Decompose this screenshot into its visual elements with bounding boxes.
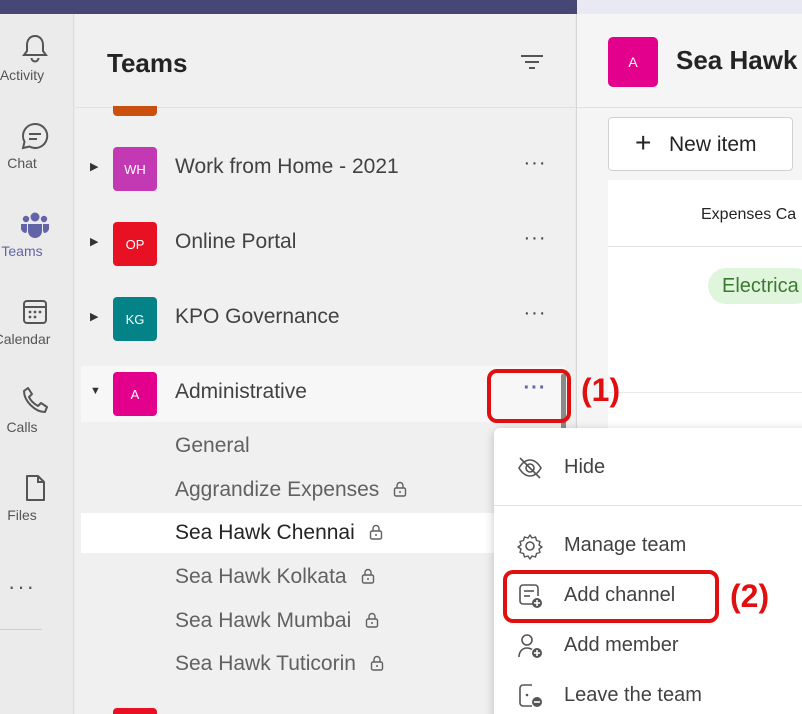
team-row-kpo-governance[interactable]: ▶ KG KPO Governance ··· — [81, 291, 565, 347]
annotation-label-step1: (1) — [581, 372, 621, 408]
menu-item-hide[interactable]: Hide — [494, 445, 802, 491]
app-rail: Activity Chat Teams Calendar Calls Files… — [0, 14, 74, 714]
more-options-button[interactable]: ··· — [517, 228, 553, 258]
team-name: KPO Governance — [175, 305, 340, 328]
channel-general[interactable]: General — [81, 426, 495, 466]
rail-divider — [0, 629, 42, 630]
rail-label-calendar: Calendar — [0, 331, 51, 347]
team-name: Administrative — [175, 380, 307, 403]
rail-label-chat: Chat — [7, 155, 37, 171]
channel-avatar: A — [608, 37, 658, 87]
teams-icon — [21, 212, 49, 238]
team-avatar: A — [113, 372, 157, 416]
rail-item-activity[interactable]: Activity — [0, 28, 70, 108]
team-avatar-partial — [113, 708, 157, 714]
channel-sea-hawk-kolkata[interactable]: Sea Hawk Kolkata — [81, 557, 495, 597]
lock-icon — [394, 481, 407, 497]
annotation-box-step1 — [487, 369, 571, 423]
lock-icon — [366, 612, 379, 628]
channel-name: General — [175, 434, 250, 457]
team-avatar: KG — [113, 297, 157, 341]
channel-name-wrap: Sea Hawk Mumbai — [175, 609, 379, 633]
rail-item-files[interactable]: Files — [0, 468, 70, 548]
rail-label-teams: Teams — [1, 243, 43, 259]
more-options-button[interactable]: ··· — [517, 303, 553, 333]
lock-icon — [369, 524, 382, 540]
rail-label-calls: Calls — [6, 419, 38, 435]
team-avatar: OP — [113, 222, 157, 266]
channel-name-wrap: Sea Hawk Chennai — [175, 521, 383, 545]
column-header[interactable]: Expenses Ca — [701, 206, 796, 224]
more-options-button[interactable]: ··· — [517, 153, 553, 183]
bell-icon — [22, 34, 48, 63]
chat-icon — [21, 122, 49, 150]
rail-item-calls[interactable]: Calls — [0, 380, 70, 460]
channel-aggrandize-expenses[interactable]: Aggrandize Expenses — [81, 470, 495, 510]
team-row-work-from-home[interactable]: ▶ WH Work from Home - 2021 ··· — [81, 141, 565, 197]
menu-label: Add member — [564, 634, 679, 656]
team-name: Work from Home - 2021 — [175, 155, 399, 178]
channel-name: Aggrandize Expenses — [175, 478, 380, 501]
channel-sea-hawk-tuticorin[interactable]: Sea Hawk Tuticorin — [81, 644, 495, 684]
channel-title: Sea Hawk — [676, 45, 798, 75]
filter-icon[interactable] — [518, 50, 546, 74]
team-avatar-partial — [113, 106, 157, 116]
panel-header: Teams — [75, 14, 575, 108]
plus-icon: + — [635, 127, 652, 158]
channel-name-wrap: Sea Hawk Tuticorin — [175, 652, 384, 676]
annotation-box-step2 — [503, 570, 719, 623]
channel-name: Sea Hawk Chennai — [175, 521, 355, 544]
rail-label-files: Files — [7, 507, 37, 523]
list-divider — [608, 392, 802, 393]
new-item-button[interactable]: + New item — [608, 117, 793, 171]
rail-label-activity: Activity — [0, 67, 45, 83]
file-icon — [26, 475, 45, 501]
channel-sea-hawk-mumbai[interactable]: Sea Hawk Mumbai — [81, 601, 495, 641]
team-name: Online Portal — [175, 230, 297, 253]
rail-item-teams[interactable]: Teams — [0, 204, 70, 284]
calendar-icon — [23, 300, 47, 324]
caret-down-icon[interactable]: ▼ — [90, 385, 101, 397]
leave-icon — [519, 684, 542, 707]
list-divider — [608, 246, 802, 247]
menu-item-leave-team[interactable]: Leave the team — [494, 673, 802, 714]
channel-name: Sea Hawk Tuticorin — [175, 652, 356, 675]
new-item-label: New item — [669, 133, 757, 156]
add-person-icon — [518, 634, 542, 658]
page-title: Teams — [107, 48, 188, 78]
rail-item-calendar[interactable]: Calendar — [0, 292, 70, 372]
phone-icon — [23, 387, 48, 413]
team-avatar: WH — [113, 147, 157, 191]
team-row-online-portal[interactable]: ▶ OP Online Portal ··· — [81, 216, 565, 272]
category-tag: Electrica — [708, 268, 802, 304]
channel-name-wrap: Aggrandize Expenses — [175, 478, 407, 502]
lock-icon — [361, 568, 374, 584]
menu-item-manage-team[interactable]: Manage team — [494, 523, 802, 569]
gear-icon — [517, 534, 543, 560]
content-header: A Sea Hawk — [577, 14, 802, 108]
rail-more-button[interactable]: ··· — [8, 574, 36, 600]
eye-off-icon — [518, 457, 542, 479]
channel-name: Sea Hawk Kolkata — [175, 565, 347, 588]
channel-sea-hawk-chennai[interactable]: Sea Hawk Chennai — [81, 513, 495, 553]
caret-right-icon[interactable]: ▶ — [90, 235, 98, 248]
caret-right-icon[interactable]: ▶ — [90, 310, 98, 323]
title-bar-right — [577, 0, 802, 14]
rail-item-chat[interactable]: Chat — [0, 116, 70, 196]
menu-label: Hide — [564, 456, 606, 478]
channel-name: Sea Hawk Mumbai — [175, 609, 352, 632]
channel-name-wrap: Sea Hawk Kolkata — [175, 565, 375, 589]
annotation-label-step2: (2) — [730, 578, 770, 614]
menu-item-add-member[interactable]: Add member — [494, 623, 802, 669]
menu-label: Manage team — [564, 534, 687, 556]
lock-icon — [370, 655, 384, 671]
menu-label: Leave the team — [564, 684, 702, 706]
caret-right-icon[interactable]: ▶ — [90, 160, 98, 173]
menu-divider — [494, 505, 802, 506]
